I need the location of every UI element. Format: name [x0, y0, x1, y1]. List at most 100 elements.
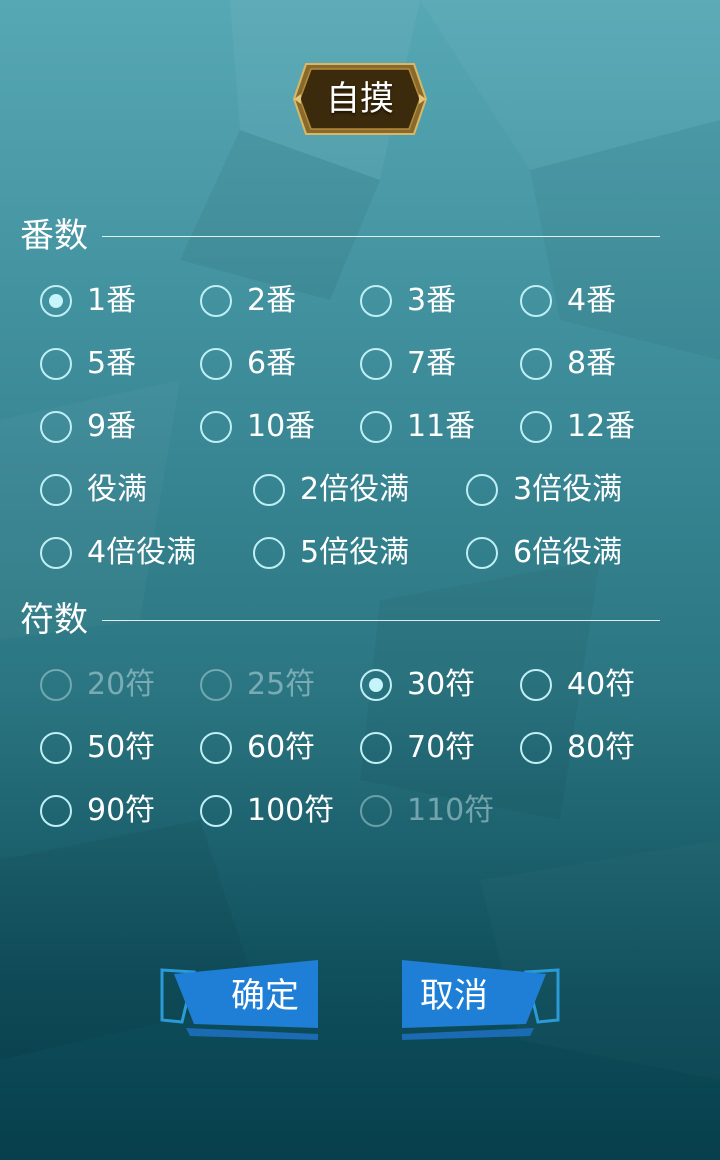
radio-unchecked-icon[interactable]: [40, 795, 72, 827]
radio-unchecked-icon[interactable]: [40, 732, 72, 764]
radio-unchecked-icon[interactable]: [360, 411, 392, 443]
radio-label: 2倍役满: [300, 472, 410, 507]
fu-section-title: 符数: [20, 600, 88, 640]
radio-label: 3番: [407, 283, 457, 318]
cancel-button[interactable]: 取消: [400, 958, 560, 1042]
radio-option[interactable]: 2倍役满: [253, 470, 409, 510]
radio-option[interactable]: 7番: [360, 344, 456, 384]
radio-option[interactable]: 60符: [200, 728, 315, 768]
radio-label: 7番: [407, 346, 457, 381]
fan-section-title: 番数: [20, 216, 88, 256]
radio-unchecked-icon[interactable]: [520, 348, 552, 380]
radio-label: 5番: [87, 346, 137, 381]
radio-unchecked-icon: [360, 795, 392, 827]
radio-label: 1番: [87, 283, 137, 318]
radio-unchecked-icon[interactable]: [520, 669, 552, 701]
radio-unchecked-icon[interactable]: [200, 795, 232, 827]
radio-option[interactable]: 100符: [200, 791, 334, 831]
divider: [102, 620, 660, 621]
radio-option[interactable]: 70符: [360, 728, 475, 768]
radio-label: 40符: [567, 667, 636, 702]
radio-option[interactable]: 40符: [520, 665, 635, 705]
radio-option[interactable]: 5番: [40, 344, 136, 384]
radio-option[interactable]: 4番: [520, 281, 616, 321]
radio-option[interactable]: 90符: [40, 791, 155, 831]
radio-label: 12番: [567, 409, 636, 444]
radio-option[interactable]: 1番: [40, 281, 136, 321]
radio-label: 2番: [247, 283, 297, 318]
radio-unchecked-icon: [40, 669, 72, 701]
radio-label: 50符: [87, 730, 156, 765]
radio-label: 3倍役满: [513, 472, 623, 507]
radio-label: 4倍役满: [87, 535, 197, 570]
radio-label: 20符: [87, 667, 156, 702]
cancel-label: 取消: [420, 976, 488, 1016]
radio-unchecked-icon[interactable]: [360, 732, 392, 764]
radio-unchecked-icon[interactable]: [40, 537, 72, 569]
radio-option[interactable]: 6倍役满: [466, 533, 622, 573]
radio-option[interactable]: 役满: [40, 470, 147, 510]
radio-label: 9番: [87, 409, 137, 444]
radio-unchecked-icon[interactable]: [466, 537, 498, 569]
radio-label: 70符: [407, 730, 476, 765]
radio-label: 6倍役满: [513, 535, 623, 570]
radio-label: 80符: [567, 730, 636, 765]
radio-label: 110符: [407, 793, 495, 828]
radio-checked-icon[interactable]: [360, 669, 392, 701]
radio-option[interactable]: 5倍役满: [253, 533, 409, 573]
radio-unchecked-icon[interactable]: [200, 732, 232, 764]
radio-option[interactable]: 80符: [520, 728, 635, 768]
radio-option[interactable]: 4倍役满: [40, 533, 196, 573]
radio-unchecked-icon[interactable]: [360, 348, 392, 380]
radio-option[interactable]: 2番: [200, 281, 296, 321]
radio-option[interactable]: 3倍役满: [466, 470, 622, 510]
radio-option[interactable]: 30符: [360, 665, 475, 705]
radio-unchecked-icon[interactable]: [200, 411, 232, 443]
radio-label: 役满: [87, 472, 147, 507]
radio-unchecked-icon[interactable]: [466, 474, 498, 506]
radio-unchecked-icon[interactable]: [520, 732, 552, 764]
radio-unchecked-icon[interactable]: [520, 411, 552, 443]
radio-unchecked-icon[interactable]: [200, 348, 232, 380]
radio-unchecked-icon[interactable]: [40, 474, 72, 506]
radio-label: 6番: [247, 346, 297, 381]
radio-unchecked-icon[interactable]: [40, 348, 72, 380]
page-title: 自摸: [326, 79, 394, 119]
radio-option[interactable]: 11番: [360, 407, 475, 447]
radio-label: 11番: [407, 409, 476, 444]
radio-option: 25符: [200, 665, 315, 705]
radio-option[interactable]: 50符: [40, 728, 155, 768]
radio-unchecked-icon[interactable]: [40, 411, 72, 443]
radio-unchecked-icon[interactable]: [253, 474, 285, 506]
radio-unchecked-icon[interactable]: [253, 537, 285, 569]
radio-checked-icon[interactable]: [40, 285, 72, 317]
radio-label: 60符: [247, 730, 316, 765]
radio-option[interactable]: 8番: [520, 344, 616, 384]
radio-label: 25符: [247, 667, 316, 702]
confirm-label: 确定: [231, 976, 299, 1016]
fu-section-header: 符数: [20, 598, 660, 642]
radio-unchecked-icon[interactable]: [360, 285, 392, 317]
radio-label: 4番: [567, 283, 617, 318]
radio-label: 30符: [407, 667, 476, 702]
divider: [102, 236, 660, 237]
radio-option[interactable]: 9番: [40, 407, 136, 447]
confirm-button[interactable]: 确定: [160, 958, 320, 1042]
title-badge: 自摸: [292, 62, 428, 136]
radio-option[interactable]: 10番: [200, 407, 315, 447]
radio-option[interactable]: 6番: [200, 344, 296, 384]
background-facets: [0, 0, 720, 1060]
radio-label: 8番: [567, 346, 617, 381]
radio-label: 5倍役满: [300, 535, 410, 570]
radio-label: 90符: [87, 793, 156, 828]
radio-option[interactable]: 12番: [520, 407, 635, 447]
radio-unchecked-icon[interactable]: [520, 285, 552, 317]
fan-section-header: 番数: [20, 214, 660, 258]
radio-label: 10番: [247, 409, 316, 444]
radio-unchecked-icon[interactable]: [200, 285, 232, 317]
radio-option: 110符: [360, 791, 494, 831]
radio-option: 20符: [40, 665, 155, 705]
radio-unchecked-icon: [200, 669, 232, 701]
radio-label: 100符: [247, 793, 335, 828]
radio-option[interactable]: 3番: [360, 281, 456, 321]
